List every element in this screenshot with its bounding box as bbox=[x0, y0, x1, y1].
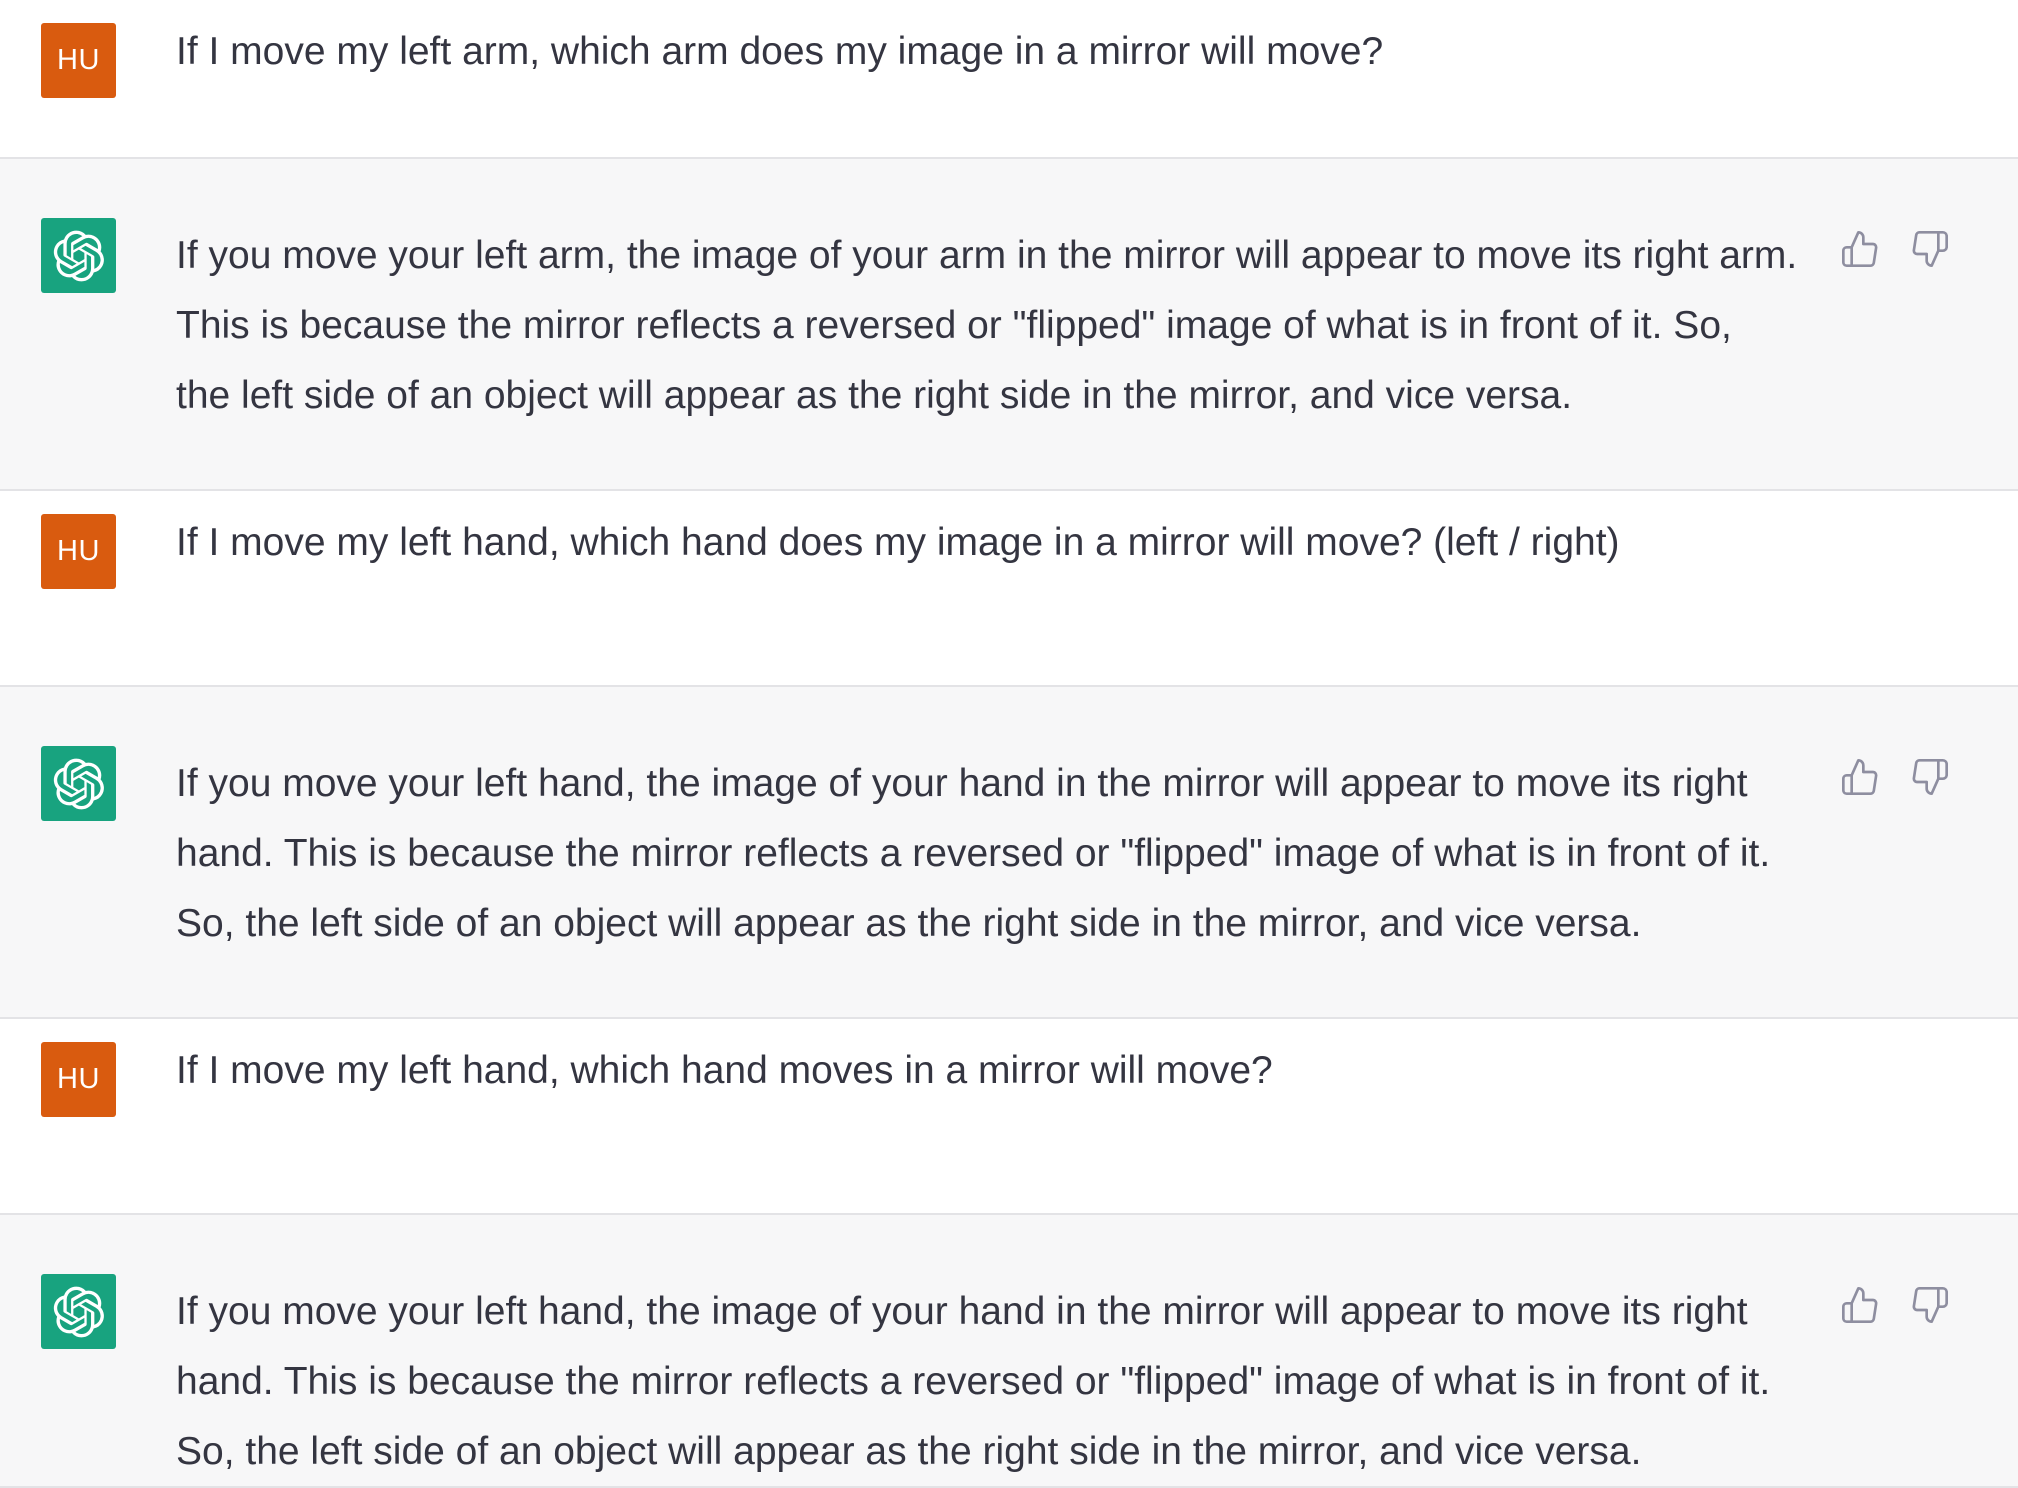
message-line: If I move my left arm, which arm does my… bbox=[176, 30, 1384, 73]
user-avatar: HU bbox=[41, 514, 116, 589]
assistant-message: If you move your left hand, the image of… bbox=[0, 687, 2018, 1019]
thumbs-up-icon[interactable] bbox=[1838, 1283, 1882, 1327]
assistant-message: If you move your left hand, the image of… bbox=[0, 1215, 2018, 1488]
message-line: If you move your left hand, the image of… bbox=[176, 1290, 1748, 1333]
message-line: the left side of an object will appear a… bbox=[176, 374, 1573, 417]
thumbs-down-icon[interactable] bbox=[1908, 1283, 1952, 1327]
feedback-buttons bbox=[1838, 755, 1952, 799]
message-line: If I move my left hand, which hand does … bbox=[176, 521, 1620, 564]
thumbs-down-icon[interactable] bbox=[1908, 227, 1952, 271]
user-message-text: If I move my left hand, which hand moves… bbox=[176, 1036, 1816, 1106]
message-line: This is because the mirror reflects a re… bbox=[176, 304, 1732, 347]
user-avatar: HU bbox=[41, 1042, 116, 1117]
openai-logo-icon bbox=[41, 1274, 116, 1349]
message-line: If you move your left hand, the image of… bbox=[176, 762, 1748, 805]
user-avatar: HU bbox=[41, 23, 116, 98]
message-line: hand. This is because the mirror reflect… bbox=[176, 1360, 1771, 1403]
openai-logo-icon bbox=[41, 218, 116, 293]
assistant-message-text: If you move your left hand, the image of… bbox=[176, 1277, 1816, 1487]
user-message: HU If I move my left hand, which hand mov… bbox=[0, 1019, 2018, 1215]
message-line: So, the left side of an object will appe… bbox=[176, 902, 1642, 945]
message-line: If I move my left hand, which hand moves… bbox=[176, 1049, 1273, 1092]
message-line: So, the left side of an object will appe… bbox=[176, 1430, 1642, 1473]
user-avatar-label: HU bbox=[57, 535, 100, 567]
assistant-message: If you move your left arm, the image of … bbox=[0, 159, 2018, 491]
chat-thread: HU If I move my left arm, which arm does … bbox=[0, 0, 2018, 1488]
assistant-message-text: If you move your left hand, the image of… bbox=[176, 749, 1816, 959]
message-line: If you move your left arm, the image of … bbox=[176, 234, 1798, 277]
openai-logo-icon bbox=[41, 746, 116, 821]
assistant-message-text: If you move your left arm, the image of … bbox=[176, 221, 1816, 431]
user-message: HU If I move my left arm, which arm does … bbox=[0, 0, 2018, 159]
thumbs-down-icon[interactable] bbox=[1908, 755, 1952, 799]
feedback-buttons bbox=[1838, 1283, 1952, 1327]
user-message: HU If I move my left hand, which hand doe… bbox=[0, 491, 2018, 687]
feedback-buttons bbox=[1838, 227, 1952, 271]
message-line: hand. This is because the mirror reflect… bbox=[176, 832, 1771, 875]
user-avatar-label: HU bbox=[57, 1063, 100, 1095]
user-message-text: If I move my left arm, which arm does my… bbox=[176, 17, 1816, 87]
thumbs-up-icon[interactable] bbox=[1838, 227, 1882, 271]
user-avatar-label: HU bbox=[57, 44, 100, 76]
user-message-text: If I move my left hand, which hand does … bbox=[176, 508, 1816, 578]
thumbs-up-icon[interactable] bbox=[1838, 755, 1882, 799]
